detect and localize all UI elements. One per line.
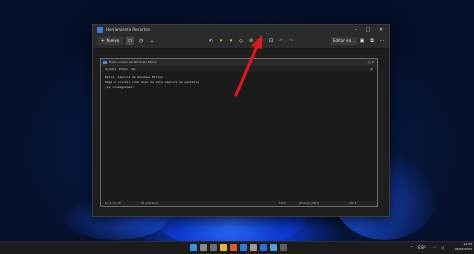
- ballpoint-pen-icon[interactable]: ▾: [217, 37, 225, 45]
- file-explorer-icon[interactable]: [220, 244, 227, 251]
- volume-icon[interactable]: ◁: [441, 245, 444, 250]
- snipping-tool-window[interactable]: Herramienta Recortes – □ ✕ + Nuevo ▭ ◷ ⌄…: [92, 24, 390, 217]
- edit-in-button[interactable]: Editar en...: [331, 37, 357, 45]
- new-snip-button[interactable]: + Nuevo: [97, 37, 123, 45]
- more-options-icon[interactable]: ⋯: [378, 37, 386, 45]
- browser-icon[interactable]: [230, 244, 237, 251]
- highlighter-icon[interactable]: ▾: [227, 37, 235, 45]
- snip-canvas: [93, 49, 389, 216]
- eraser-icon[interactable]: ◇: [237, 37, 245, 45]
- task-view-icon[interactable]: [210, 244, 217, 251]
- crop-icon[interactable]: ⌗: [257, 37, 265, 45]
- delay-dropdown-icon[interactable]: ⌄: [148, 37, 156, 45]
- start-button-icon[interactable]: [190, 244, 197, 251]
- toolbar: + Nuevo ▭ ◷ ⌄ ✍ ▾ ▾ ◇ ⊘ ⌗ ⊡ ↶ ↷ Editar e…: [93, 35, 389, 49]
- minimize-button[interactable]: –: [351, 26, 361, 34]
- touch-write-icon[interactable]: ✍: [207, 37, 215, 45]
- copy-icon[interactable]: ⧉: [368, 37, 376, 45]
- vscode-icon[interactable]: [260, 244, 267, 251]
- tray-chevron-icon[interactable]: ⌃: [410, 245, 413, 250]
- search-icon[interactable]: [200, 244, 207, 251]
- maximize-button[interactable]: □: [363, 26, 373, 34]
- clock-date[interactable]: 05/05/2022: [452, 247, 472, 252]
- snip-mode-icon[interactable]: ▭: [126, 37, 134, 45]
- text-actions-icon[interactable]: ⊡: [267, 37, 275, 45]
- window-title: Herramienta Recortes: [106, 27, 150, 32]
- app-icon: [97, 27, 103, 33]
- edge-icon[interactable]: [240, 244, 247, 251]
- snipping-tool-taskbar-icon[interactable]: [270, 244, 277, 251]
- app-icon[interactable]: [280, 244, 287, 251]
- tray-lang[interactable]: ESP: [418, 245, 425, 250]
- undo-icon[interactable]: ↶: [277, 37, 285, 45]
- taskbar: ⌃ ESP ◠ ◁ 10:55 05/05/2022: [0, 241, 474, 254]
- title-bar[interactable]: Herramienta Recortes – □ ✕: [93, 25, 389, 35]
- close-button[interactable]: ✕: [376, 26, 386, 34]
- wifi-icon[interactable]: ◠: [433, 245, 437, 250]
- ruler-icon[interactable]: ⊘: [247, 37, 255, 45]
- timer-icon[interactable]: ◷: [137, 37, 145, 45]
- redo-icon[interactable]: ↷: [287, 37, 295, 45]
- save-icon[interactable]: ▣: [358, 37, 366, 45]
- new-snip-label: Nuevo: [106, 38, 120, 43]
- store-icon[interactable]: [250, 244, 257, 251]
